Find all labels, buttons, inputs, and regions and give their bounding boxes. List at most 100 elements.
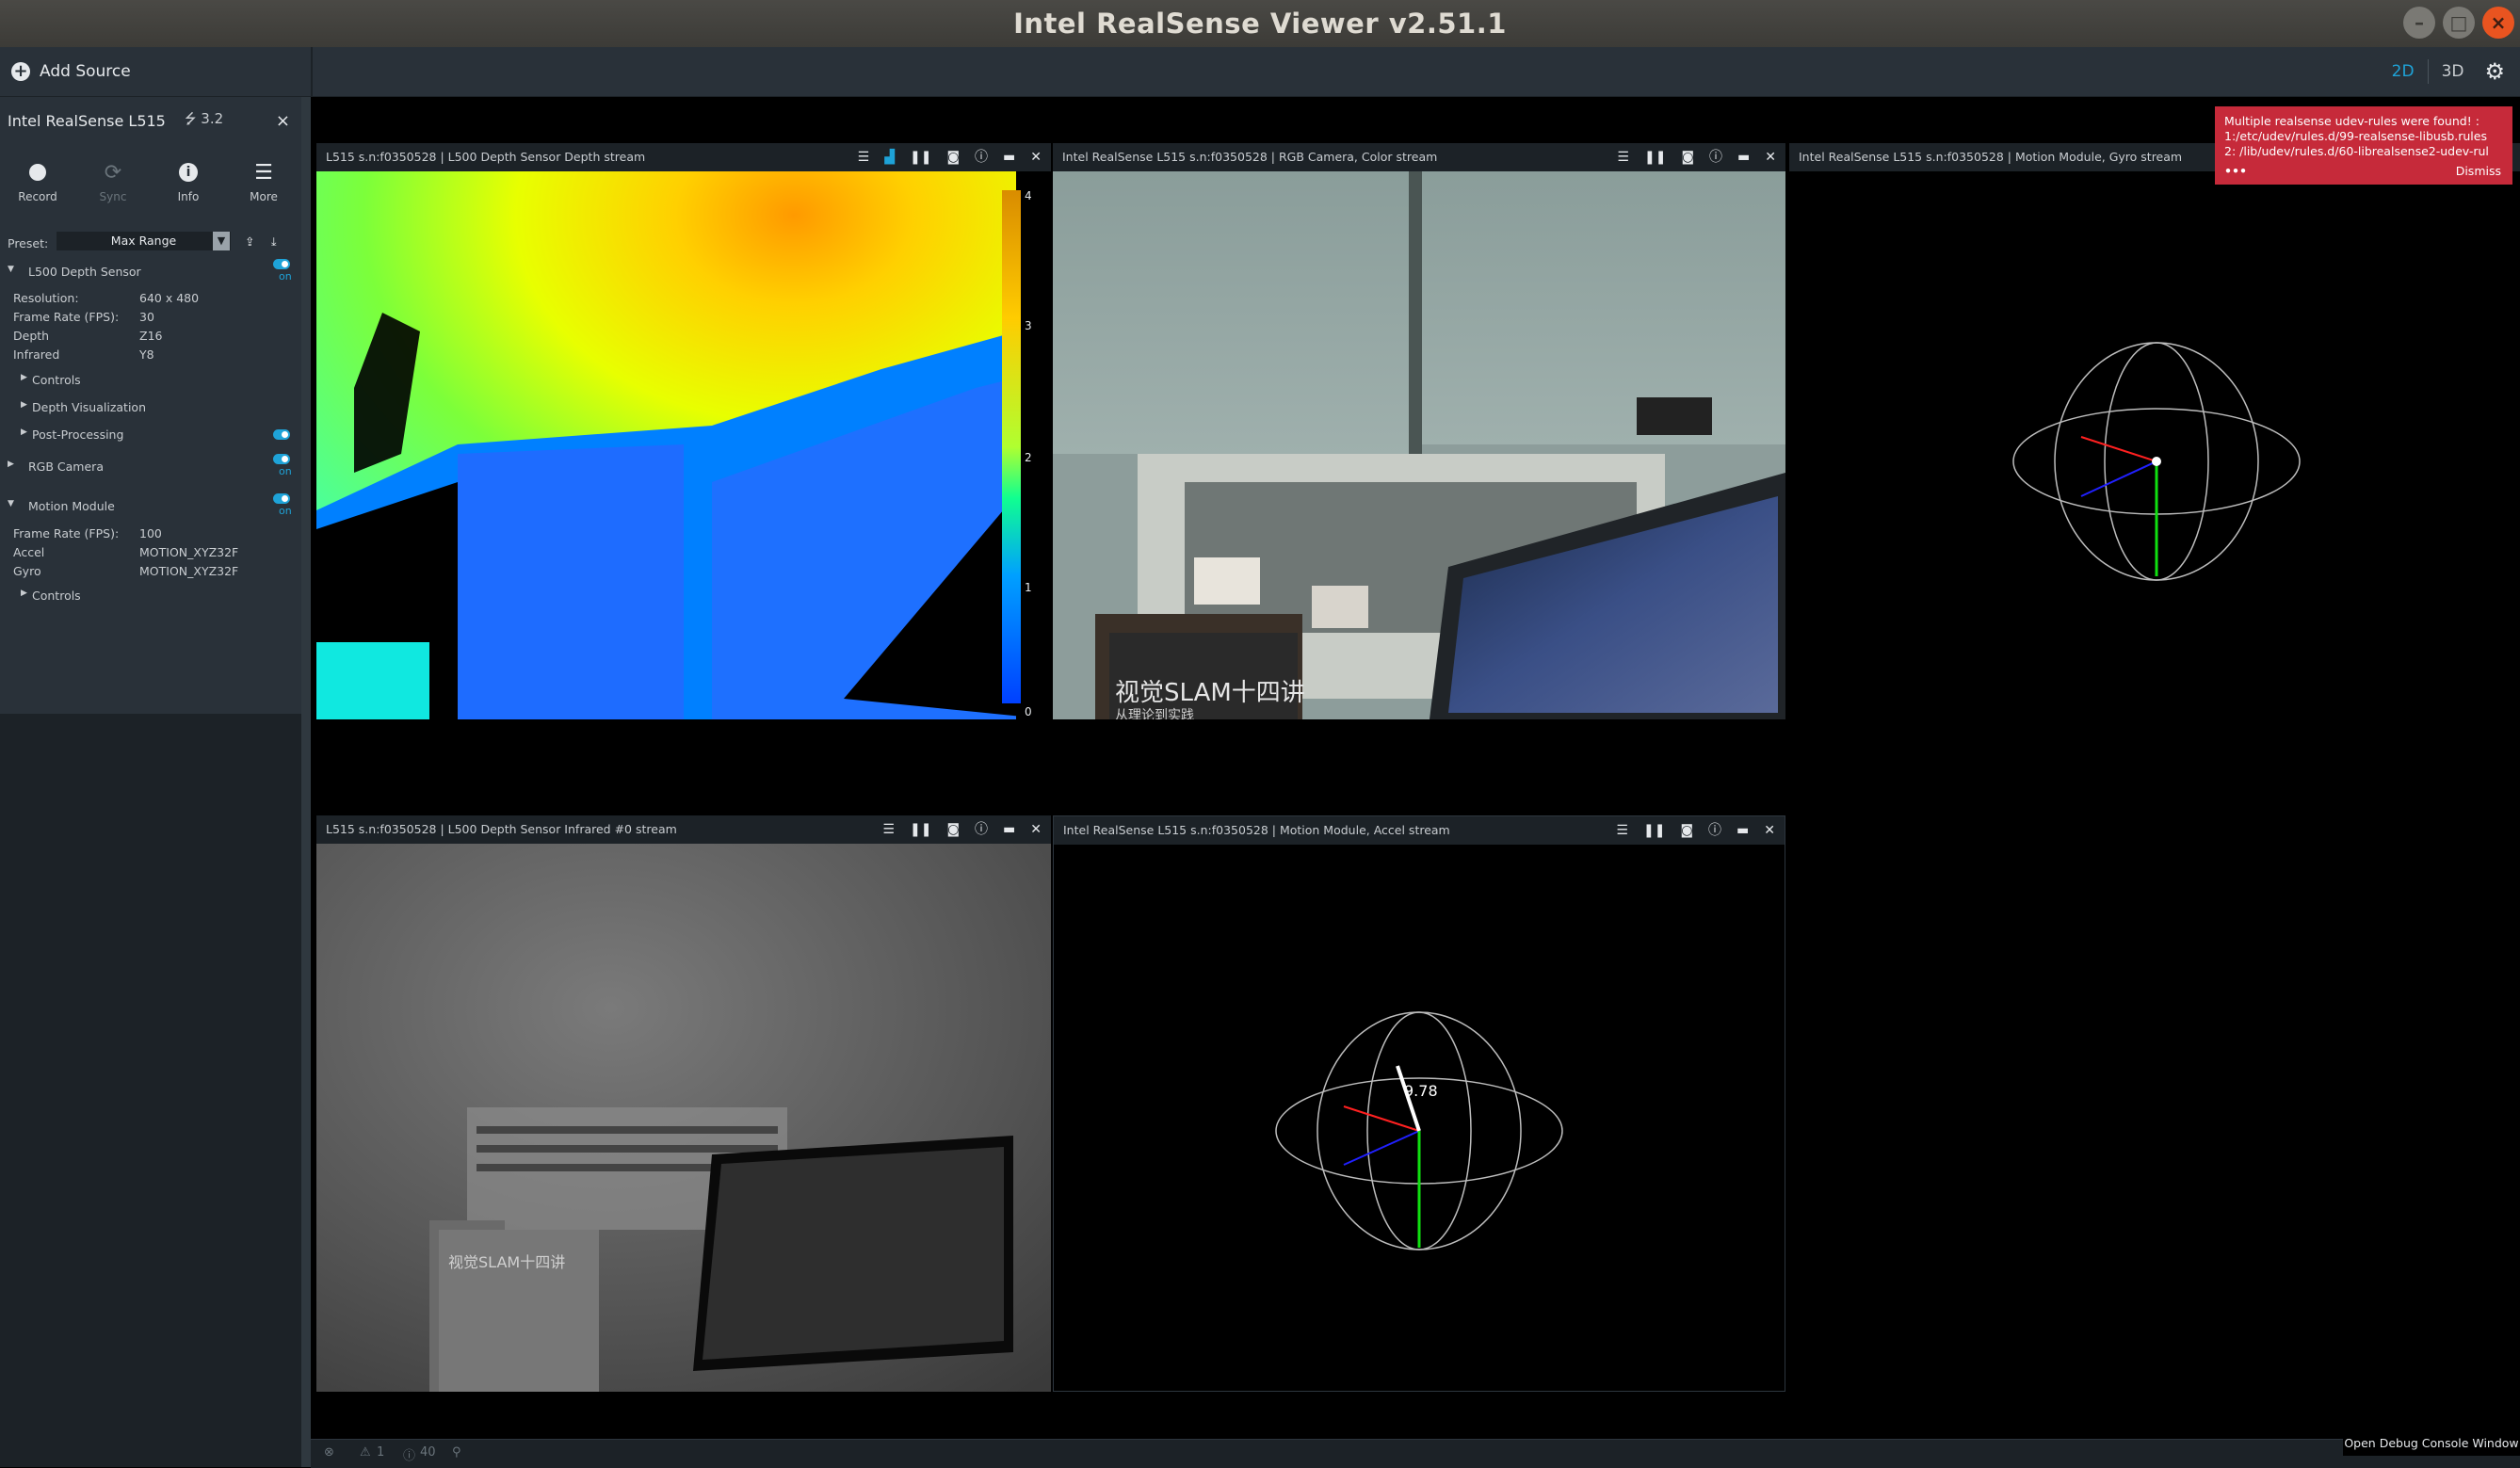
maximize-icon[interactable]: ▬ [1737,816,1749,845]
prop-value[interactable]: Y8 [139,347,154,362]
record-button[interactable]: Record [0,144,75,219]
sidebar-scrollbar[interactable] [301,97,311,1467]
sensor-panel: Preset: Max Range ▼ ⇪ ⤓ ▼ L500 Depth Sen… [0,219,301,714]
prop-key: Infrared [13,347,60,362]
close-device-button[interactable]: × [276,111,290,131]
expand-down-icon: ▼ [8,499,14,508]
prop-key: Accel [13,545,45,559]
infrared-stream-title: L515 s.n:f0350528 | L500 Depth Sensor In… [326,822,677,836]
close-icon[interactable]: ✕ [1030,815,1042,844]
list-icon[interactable]: ☰ [1617,143,1629,171]
rgb-camera-name: RGB Camera [28,460,104,474]
camera-icon[interactable]: ◙ [946,143,960,171]
color-image[interactable]: 视觉SLAM十四讲 从理论到实践 [1053,171,1785,719]
gyro-view[interactable] [1789,171,2520,719]
close-icon[interactable]: ✕ [1030,143,1042,171]
infrared-image[interactable]: 视觉SLAM十四讲 [316,844,1051,1392]
camera-icon[interactable]: ◙ [1681,143,1694,171]
prop-value[interactable]: Z16 [139,329,162,343]
camera-icon[interactable]: ◙ [1680,816,1693,845]
sync-button[interactable]: ⟳ Sync [75,144,151,219]
depth-stream-header: L515 s.n:f0350528 | L500 Depth Sensor De… [316,143,1051,171]
list-icon[interactable]: ☰ [1616,816,1628,845]
on-label: on [279,505,292,517]
window-title: Intel RealSense Viewer v2.51.1 [1013,8,1507,40]
plus-icon: + [11,62,30,81]
chevron-down-icon[interactable]: ▼ [213,232,230,250]
minimize-button[interactable]: – [2403,7,2435,39]
maximize-button[interactable]: □ [2443,7,2475,39]
error-icon[interactable]: ⊗ [324,1445,334,1460]
maximize-icon[interactable]: ▬ [1003,815,1015,844]
view-2d-button[interactable]: 2D [2392,62,2415,81]
dismiss-button[interactable]: Dismiss [2456,164,2501,179]
prop-value[interactable]: 640 x 480 [139,291,199,305]
prop-value[interactable]: 100 [139,526,162,540]
prop-value[interactable]: 30 [139,310,154,324]
pause-icon[interactable]: ❚❚ [1644,143,1666,171]
pause-icon[interactable]: ❚❚ [910,815,931,844]
status-bar: ⊗ ⚠ 1 ⓘ 40 ⚲ [311,1439,2520,1468]
preset-select[interactable]: Max Range [57,232,231,250]
maximize-icon[interactable]: ▬ [1003,143,1015,171]
accel-stream-title: Intel RealSense L515 s.n:f0350528 | Moti… [1063,823,1450,837]
color-stream-header: Intel RealSense L515 s.n:f0350528 | RGB … [1053,143,1785,171]
close-icon[interactable]: ✕ [1764,816,1775,845]
info-icon[interactable]: ⓘ [975,815,988,844]
prop-key: Gyro [13,564,41,578]
list-icon[interactable]: ☰ [882,815,895,844]
info-icon[interactable]: ⓘ [975,143,988,171]
search-icon[interactable]: ⚲ [452,1445,461,1460]
upload-icon[interactable]: ⇪ [245,234,254,249]
accel-stream-header: Intel RealSense L515 s.n:f0350528 | Moti… [1054,816,1785,845]
warning-icon[interactable]: ⚠ [360,1445,371,1460]
rgb-camera-toggle[interactable] [273,454,290,464]
warning-count: 1 [377,1445,385,1460]
info-icon[interactable]: ⓘ [1708,816,1721,845]
depth-sensor-toggle[interactable] [273,259,290,269]
device-sidebar: Intel RealSense L515 ⭍ 3.2 × Record ⟳ Sy… [0,97,303,1467]
view-3d-button[interactable]: 3D [2442,62,2464,81]
camera-icon[interactable]: ◙ [946,815,960,844]
gear-icon[interactable]: ⚙ [2484,58,2505,85]
add-source-button[interactable]: + Add Source [0,47,313,96]
expand-down-icon: ▼ [8,265,14,274]
post-processing-label: Post-Processing [32,427,124,442]
udev-rules-notification: Multiple realsense udev-rules were found… [2215,106,2512,185]
motion-module-toggle[interactable] [273,493,290,504]
menu-icon: ☰ [254,160,273,185]
info-icon[interactable]: ⓘ [403,1445,415,1463]
more-label: More [250,190,278,203]
record-label: Record [18,190,57,203]
notification-line: Multiple realsense udev-rules were found… [2224,114,2480,128]
on-label: on [279,270,292,282]
maximize-icon[interactable]: ▬ [1737,143,1750,171]
motion-module-name: Motion Module [28,499,115,513]
chart-icon[interactable]: ▟ [884,143,895,171]
pause-icon[interactable]: ❚❚ [910,143,931,171]
more-dots-icon[interactable]: ••• [2224,164,2247,179]
on-label: on [279,465,292,477]
close-window-button[interactable]: × [2482,7,2514,39]
expand-right-icon: ▶ [21,400,27,410]
open-debug-console-button[interactable]: Open Debug Console Window [2343,1431,2520,1456]
stream-toolbar: ☰ ❚❚ ◙ ⓘ ▬ ✕ [1617,143,1776,171]
pause-icon[interactable]: ❚❚ [1643,816,1665,845]
download-icon[interactable]: ⤓ [271,234,277,250]
prop-key: Frame Rate (FPS): [13,310,120,324]
prop-key: Resolution: [13,291,79,305]
post-processing-toggle[interactable] [273,429,290,440]
info-button[interactable]: i Info [151,144,226,219]
close-icon[interactable]: ✕ [1765,143,1776,171]
more-button[interactable]: ☰ More [226,144,301,219]
prop-value[interactable]: MOTION_XYZ32F [139,545,238,559]
top-toolbar: + Add Source 2D 3D ⚙ [0,47,2520,97]
info-icon[interactable]: ⓘ [1709,143,1722,171]
prop-value[interactable]: MOTION_XYZ32F [139,564,238,578]
scale-tick: 1 [1025,581,1032,594]
infrared-photo: 视觉SLAM十四讲 [316,844,1051,1392]
list-icon[interactable]: ☰ [858,143,870,171]
depth-image[interactable]: 4 3 2 1 0 [316,171,1051,719]
depth-colormap: 4 3 2 1 0 [316,171,1051,719]
accel-view[interactable]: 9.78 [1054,845,1785,1391]
